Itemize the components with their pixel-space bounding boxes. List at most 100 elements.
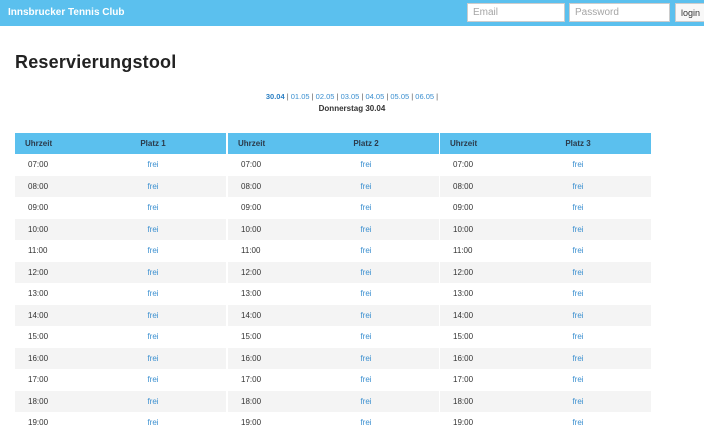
slot-time: 11:00 [28, 246, 48, 256]
login-button[interactable]: login [675, 3, 704, 22]
slot-row: 16:00 frei [228, 347, 439, 369]
slot-status-link[interactable]: frei [505, 175, 651, 197]
slot-time: 11:00 [453, 246, 473, 256]
slot-row: 12:00 frei [440, 261, 651, 283]
time-column-header: Uhrzeit [228, 133, 293, 154]
date-link[interactable]: 01.05 [291, 92, 310, 101]
slot-status-link[interactable]: frei [293, 369, 439, 391]
slot-time: 15:00 [453, 332, 474, 342]
brand-link[interactable]: Innsbrucker Tennis Club [8, 7, 125, 18]
slot-status-link[interactable]: frei [293, 261, 439, 283]
slot-row: 15:00 frei [440, 326, 651, 348]
slot-status-link[interactable]: frei [80, 175, 226, 197]
slot-status-link[interactable]: frei [80, 240, 226, 262]
slot-time: 12:00 [15, 261, 80, 283]
slot-status-link[interactable]: frei [293, 347, 439, 369]
date-link[interactable]: 05.05 [390, 92, 409, 101]
slot-time: 15:00 [241, 332, 262, 342]
password-input[interactable] [569, 3, 670, 22]
slot-status-link[interactable]: frei [293, 283, 439, 305]
slot-status-link[interactable]: frei [80, 154, 226, 176]
slot-status-link[interactable]: frei [293, 240, 439, 262]
slot-row: 17:00 frei [15, 369, 226, 391]
court-table-platz-1: Uhrzeit Platz 1 07:00 frei 08:00 frei 09:00 f… [15, 133, 226, 428]
slot-time: 08:00 [228, 175, 293, 197]
slot-row: 14:00 frei [15, 304, 226, 326]
slot-row: 09:00 frei [440, 197, 651, 219]
slot-time: 17:00 [453, 375, 474, 385]
slot-row: 13:00 frei [228, 283, 439, 305]
slot-time: 16:00 [440, 347, 505, 369]
slot-status-link[interactable]: frei [505, 154, 651, 176]
slot-status-link[interactable]: frei [293, 326, 439, 348]
slot-time: 09:00 [28, 203, 49, 213]
slot-status-link[interactable]: frei [505, 283, 651, 305]
slot-status-link[interactable]: frei [80, 197, 226, 219]
slot-status-link[interactable]: frei [505, 390, 651, 412]
slot-time: 17:00 [241, 375, 262, 385]
selected-day-label: Donnerstag 30.04 [318, 104, 386, 113]
slot-status-link[interactable]: frei [80, 347, 226, 369]
top-navbar: Innsbrucker Tennis Club login [0, 0, 704, 26]
slot-status-link[interactable]: frei [293, 218, 439, 240]
slot-status-link[interactable]: frei [505, 218, 651, 240]
slot-row: 17:00 frei [440, 369, 651, 391]
slot-status-link[interactable]: frei [293, 154, 439, 176]
slot-time: 10:00 [440, 218, 505, 240]
date-separator: | [434, 92, 439, 101]
slot-status-link[interactable]: frei [80, 218, 226, 240]
slot-row: 19:00 frei [228, 412, 439, 428]
slot-status-link[interactable]: frei [293, 175, 439, 197]
slot-status-link[interactable]: frei [80, 283, 226, 305]
slot-row: 11:00 frei [440, 240, 651, 262]
slot-status-link[interactable]: frei [80, 369, 226, 391]
slot-status-link[interactable]: frei [505, 197, 651, 219]
slot-status-link[interactable]: frei [80, 390, 226, 412]
slot-row: 15:00 frei [228, 326, 439, 348]
court-column-header: Platz 2 [293, 133, 439, 154]
slot-status-link[interactable]: frei [80, 261, 226, 283]
slot-row: 07:00 frei [440, 154, 651, 176]
email-input[interactable] [467, 3, 565, 22]
slot-row: 11:00 frei [15, 240, 226, 262]
slot-status-link[interactable]: frei [505, 304, 651, 326]
slot-status-link[interactable]: frei [80, 304, 226, 326]
date-link[interactable]: 04.05 [365, 92, 384, 101]
slot-status-link[interactable]: frei [505, 347, 651, 369]
slot-row: 14:00 frei [440, 304, 651, 326]
slot-row: 14:00 frei [228, 304, 439, 326]
slot-row: 18:00 frei [440, 390, 651, 412]
slot-time: 18:00 [15, 390, 80, 412]
slot-status-link[interactable]: frei [505, 261, 651, 283]
court-table-platz-3: Uhrzeit Platz 3 07:00 frei 08:00 frei 09:00 f… [440, 133, 651, 428]
slot-row: 17:00 frei [228, 369, 439, 391]
slot-row: 07:00 frei [15, 154, 226, 176]
slot-time: 13:00 [453, 289, 474, 299]
slot-time: 19:00 [28, 418, 49, 428]
slot-time: 16:00 [15, 347, 80, 369]
slot-time: 11:00 [241, 246, 261, 256]
slot-status-link[interactable]: frei [505, 240, 651, 262]
slot-time: 16:00 [228, 347, 293, 369]
slot-time: 09:00 [241, 203, 262, 213]
date-link[interactable]: 03.05 [341, 92, 360, 101]
slot-status-link[interactable]: frei [505, 412, 651, 428]
slot-time: 08:00 [15, 175, 80, 197]
slot-status-link[interactable]: frei [293, 304, 439, 326]
slot-status-link[interactable]: frei [293, 197, 439, 219]
slot-status-link[interactable]: frei [505, 369, 651, 391]
slot-status-link[interactable]: frei [293, 412, 439, 428]
slot-time: 13:00 [28, 289, 49, 299]
time-column-header: Uhrzeit [440, 133, 505, 154]
slot-time: 07:00 [453, 160, 474, 170]
date-link[interactable]: 30.04 [266, 92, 285, 101]
slot-status-link[interactable]: frei [293, 390, 439, 412]
slot-status-link[interactable]: frei [505, 326, 651, 348]
slot-status-link[interactable]: frei [80, 412, 226, 428]
slot-time: 10:00 [228, 218, 293, 240]
date-link[interactable]: 06.05 [415, 92, 434, 101]
slot-status-link[interactable]: frei [80, 326, 226, 348]
date-link[interactable]: 02.05 [316, 92, 335, 101]
page-title: Reservierungstool [15, 52, 177, 72]
slot-row: 12:00 frei [15, 261, 226, 283]
